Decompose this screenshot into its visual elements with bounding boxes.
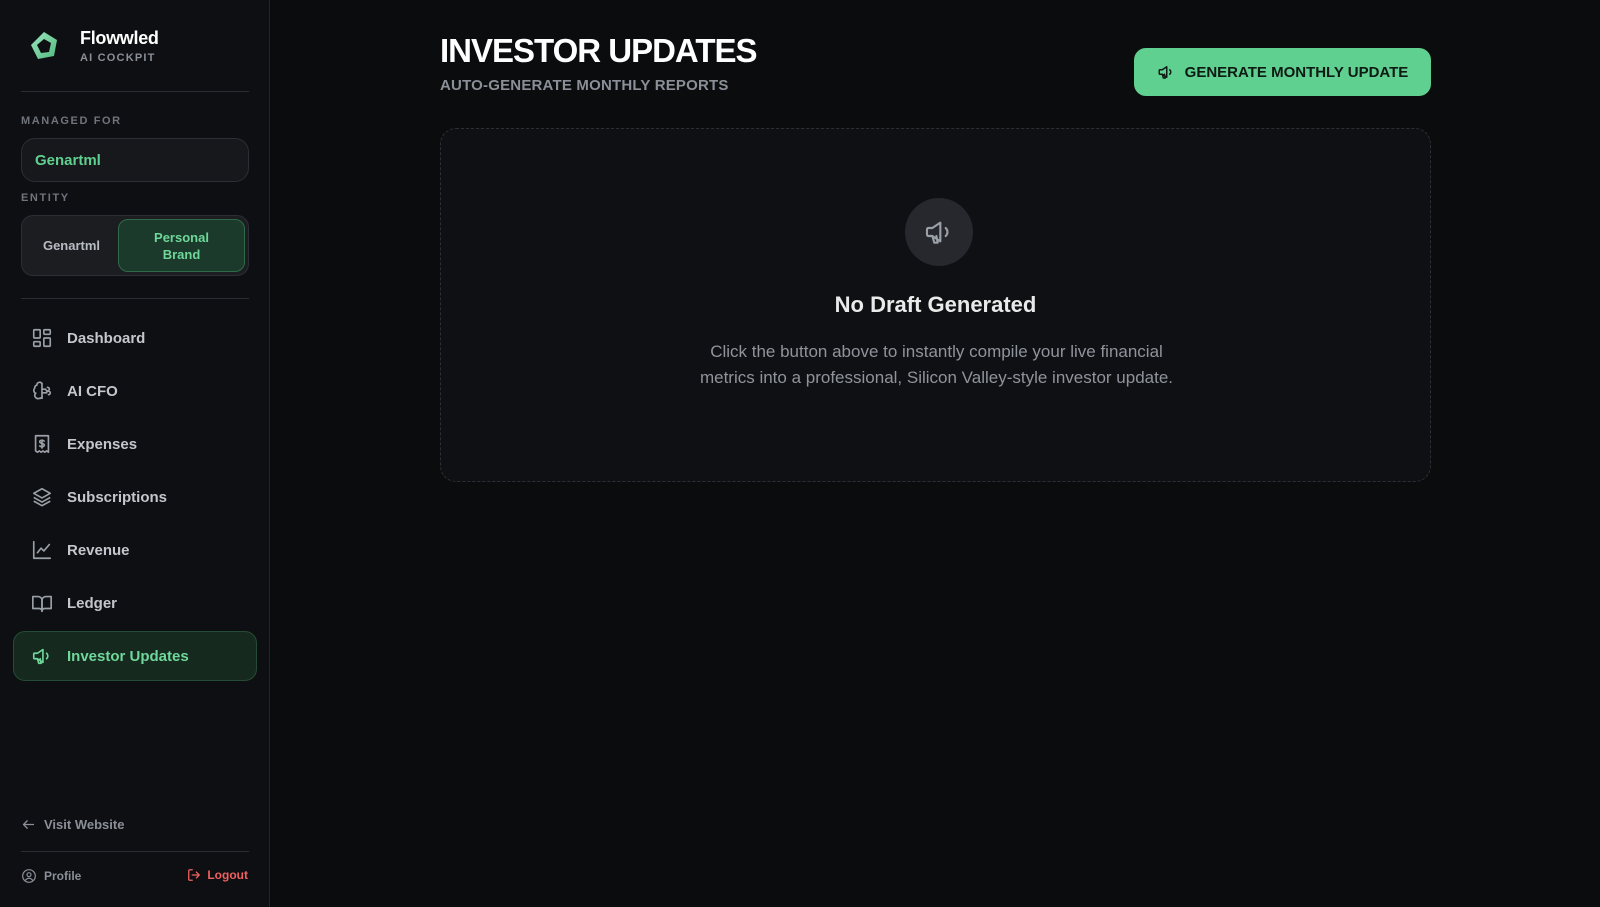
page-title: INVESTOR UPDATES <box>440 32 757 69</box>
brand-text: Flowwled AI COCKPIT <box>80 28 159 64</box>
logout-icon <box>188 869 201 881</box>
profile-label: Profile <box>44 869 82 883</box>
page-subtitle: AUTO-GENERATE MONTHLY REPORTS <box>440 77 729 94</box>
sidebar: Flowwled AI COCKPIT MANAGED FOR Genartml… <box>0 0 270 907</box>
sidebar-item-label: AI CFO <box>67 382 118 400</box>
sidebar-item-revenue[interactable]: Revenue <box>13 525 257 575</box>
logout-label: Logout <box>207 868 248 882</box>
empty-state-description: Click the button above to instantly comp… <box>699 342 1174 387</box>
sidebar-nav: Dashboard AI CFO Expenses Subscriptions <box>13 313 257 684</box>
entity-toggle: Genartml Personal Brand <box>21 215 249 276</box>
sidebar-item-ai-cfo[interactable]: AI CFO <box>13 366 257 416</box>
sidebar-item-label: Subscriptions <box>67 488 168 506</box>
brain-icon <box>33 381 52 400</box>
main-content: INVESTOR UPDATES AUTO-GENERATE MONTHLY R… <box>271 0 1600 907</box>
brand[interactable]: Flowwled AI COCKPIT <box>28 28 159 64</box>
megaphone-icon <box>1158 66 1172 79</box>
sidebar-item-ledger[interactable]: Ledger <box>13 578 257 628</box>
sidebar-item-subscriptions[interactable]: Subscriptions <box>13 472 257 522</box>
entity-option-personal-brand[interactable]: Personal Brand <box>118 219 245 272</box>
entity-option-genartml[interactable]: Genartml <box>25 219 118 272</box>
app-logo-icon <box>31 32 57 59</box>
line-chart-icon <box>32 540 52 560</box>
empty-state-card: No Draft Generated Click the button abov… <box>440 128 1431 482</box>
visit-website-label: Visit Website <box>44 817 125 832</box>
sidebar-item-label: Dashboard <box>67 329 146 347</box>
profile-link[interactable]: Profile <box>21 868 81 884</box>
sidebar-item-label: Revenue <box>67 541 130 559</box>
arrow-left-icon <box>22 820 35 829</box>
empty-state-icon-circle <box>905 198 973 266</box>
dashboard-icon <box>32 328 52 348</box>
sidebar-item-expenses[interactable]: Expenses <box>13 419 257 469</box>
generate-button-label: GENERATE MONTHLY UPDATE <box>1184 63 1409 81</box>
user-circle-icon <box>22 869 36 883</box>
book-icon <box>32 595 52 613</box>
sidebar-item-label: Expenses <box>67 435 138 453</box>
logout-button[interactable]: Logout <box>187 868 248 882</box>
sidebar-item-dashboard[interactable]: Dashboard <box>13 313 257 363</box>
generate-monthly-update-button[interactable]: GENERATE MONTHLY UPDATE <box>1134 48 1431 96</box>
app-name: Flowwled <box>80 28 159 48</box>
receipt-icon <box>34 434 50 454</box>
entity-label: ENTITY <box>21 192 70 204</box>
divider <box>21 91 249 92</box>
divider <box>21 298 249 299</box>
sidebar-item-label: Investor Updates <box>67 647 189 665</box>
sidebar-item-investor-updates[interactable]: Investor Updates <box>13 631 257 681</box>
layers-icon <box>32 487 52 507</box>
divider <box>21 851 249 852</box>
managed-for-select[interactable]: Genartml <box>21 138 249 182</box>
empty-state-title: No Draft Generated <box>834 292 1037 317</box>
megaphone-icon <box>925 221 949 244</box>
megaphone-icon <box>32 648 49 665</box>
visit-website-link[interactable]: Visit Website <box>21 817 124 832</box>
managed-for-label: MANAGED FOR <box>21 115 122 127</box>
sidebar-item-label: Ledger <box>67 594 118 612</box>
app-subtitle: AI COCKPIT <box>80 52 156 64</box>
